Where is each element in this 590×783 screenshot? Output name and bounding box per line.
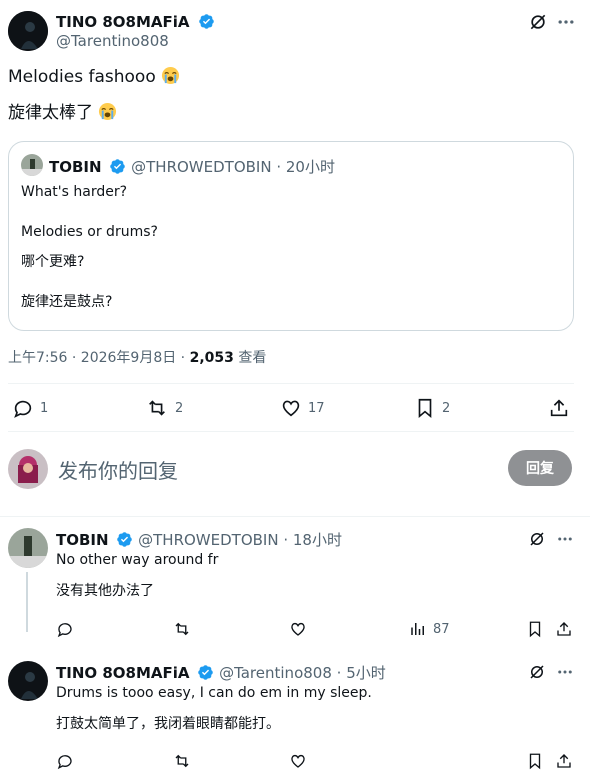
repost-count: 2 <box>175 400 184 416</box>
share-icon <box>557 622 571 636</box>
like-action[interactable] <box>289 620 307 642</box>
repost-action[interactable] <box>172 620 192 642</box>
reply-action[interactable] <box>56 752 74 774</box>
views-count: 2,053 <box>189 350 234 366</box>
quote-author-handle: @THROWEDTOBIN <box>131 158 272 176</box>
reply-text-line1: Drums is tooo easy, I can do em in my sl… <box>56 685 372 701</box>
current-user-avatar[interactable] <box>8 449 48 489</box>
tweet-timestamp[interactable]: 上午7:56 · 2026年9月8日 · <box>8 350 190 366</box>
like-action[interactable]: 17 <box>280 397 325 419</box>
reply-icon <box>14 400 32 418</box>
share-icon <box>550 399 568 417</box>
verified-badge-icon <box>198 665 214 680</box>
author-name[interactable]: TINO 8O8MAFiA <box>56 13 190 31</box>
quote-text-line2: Melodies or drums? <box>21 224 158 240</box>
divider <box>8 383 574 384</box>
author-avatar[interactable] <box>8 11 48 51</box>
bookmark-action[interactable]: 2 <box>414 397 450 419</box>
like-count: 17 <box>308 400 325 416</box>
bookmark-action[interactable] <box>526 620 544 642</box>
share-action[interactable] <box>548 397 570 423</box>
repost-icon <box>149 400 165 416</box>
reply-author-avatar[interactable] <box>8 661 48 701</box>
reply-author-row: TINO 8O8MAFiA @Tarentino808 · 5小时 <box>56 662 386 683</box>
bookmark-icon <box>529 753 541 770</box>
quote-text-line3: 哪个更难? <box>21 254 85 270</box>
reply-author-avatar[interactable] <box>8 528 48 568</box>
quote-author-name: TOBIN <box>49 158 102 176</box>
reply-author-name[interactable]: TOBIN <box>56 531 109 549</box>
crying-face-emoji-icon <box>99 102 117 121</box>
views-action[interactable]: 87 <box>409 620 450 638</box>
quote-text-line4: 旋律还是鼓点? <box>21 294 113 310</box>
grok-icon[interactable] <box>528 663 546 681</box>
reply-action[interactable]: 1 <box>12 397 48 419</box>
more-options-icon[interactable] <box>556 12 576 32</box>
repost-icon <box>175 622 189 636</box>
tweet-text-chinese: 旋律太棒了 <box>8 103 93 123</box>
reply-author-handle[interactable]: @Tarentino808 <box>219 664 332 682</box>
verified-badge-icon <box>198 14 214 29</box>
share-action[interactable] <box>555 620 573 642</box>
reply-button-label: 回复 <box>526 461 554 477</box>
share-action[interactable] <box>555 752 573 774</box>
quote-author-row: TOBIN @THROWEDTOBIN · 20小时 <box>49 156 335 177</box>
divider <box>0 516 590 517</box>
verified-badge-icon <box>117 532 133 547</box>
quote-time: · 20小时 <box>276 158 335 176</box>
analytics-icon <box>411 623 424 635</box>
verified-badge-icon <box>110 159 126 174</box>
reply-button[interactable]: 回复 <box>508 450 572 486</box>
reply-text-line2: 没有其他办法了 <box>56 583 154 599</box>
reply-text-line1: No other way around fr <box>56 552 219 568</box>
tweet-text-english: Melodies fashooo <box>8 67 156 87</box>
reply-icon <box>57 623 72 638</box>
heart-icon <box>291 622 305 636</box>
views-count: 87 <box>433 621 450 637</box>
author-name-row: TINO 8O8MAFiA <box>56 12 215 31</box>
reply-author-row: TOBIN @THROWEDTOBIN · 18小时 <box>56 529 342 550</box>
bookmark-count: 2 <box>442 400 451 416</box>
bookmark-icon <box>529 621 541 638</box>
tweet-text-line1: Melodies fashooo <box>8 66 180 87</box>
reply-icon <box>57 755 72 770</box>
divider <box>8 431 574 432</box>
bookmark-action[interactable] <box>526 752 544 774</box>
author-handle[interactable]: @Tarentino808 <box>56 32 169 50</box>
heart-icon <box>282 400 300 417</box>
like-action[interactable] <box>289 752 307 774</box>
reply-author-handle[interactable]: @THROWEDTOBIN <box>138 531 278 549</box>
tweet-text-line2: 旋律太棒了 <box>8 98 117 123</box>
share-icon <box>557 754 571 768</box>
bookmark-icon <box>418 398 432 419</box>
reply-input[interactable]: 发布你的回复 <box>58 455 178 484</box>
repost-icon <box>175 754 189 768</box>
repost-action[interactable] <box>172 752 192 774</box>
views-label: 查看 <box>233 350 267 366</box>
grok-icon[interactable] <box>528 12 548 32</box>
reply-time[interactable]: · 18小时 <box>283 531 342 549</box>
quoted-tweet-card[interactable]: TOBIN @THROWEDTOBIN · 20小时 What's harder… <box>8 141 574 331</box>
more-options-icon[interactable] <box>556 663 574 681</box>
timestamp-row: 上午7:56 · 2026年9月8日 · 2,053 查看 <box>8 347 266 367</box>
reply-author-name[interactable]: TINO 8O8MAFiA <box>56 664 190 682</box>
reply-count: 1 <box>40 400 49 416</box>
reply-time[interactable]: · 5小时 <box>337 664 386 682</box>
grok-icon[interactable] <box>528 530 546 548</box>
repost-action[interactable]: 2 <box>145 397 183 419</box>
crying-face-emoji-icon <box>162 66 180 85</box>
reply-action[interactable] <box>56 620 74 642</box>
quote-author-avatar <box>21 154 43 176</box>
more-options-icon[interactable] <box>556 530 574 548</box>
quote-text-line1: What's harder? <box>21 184 128 200</box>
heart-icon <box>291 754 305 768</box>
reply-text-line2: 打鼓太简单了，我闭着眼睛都能打。 <box>56 716 280 732</box>
thread-line <box>26 572 28 632</box>
